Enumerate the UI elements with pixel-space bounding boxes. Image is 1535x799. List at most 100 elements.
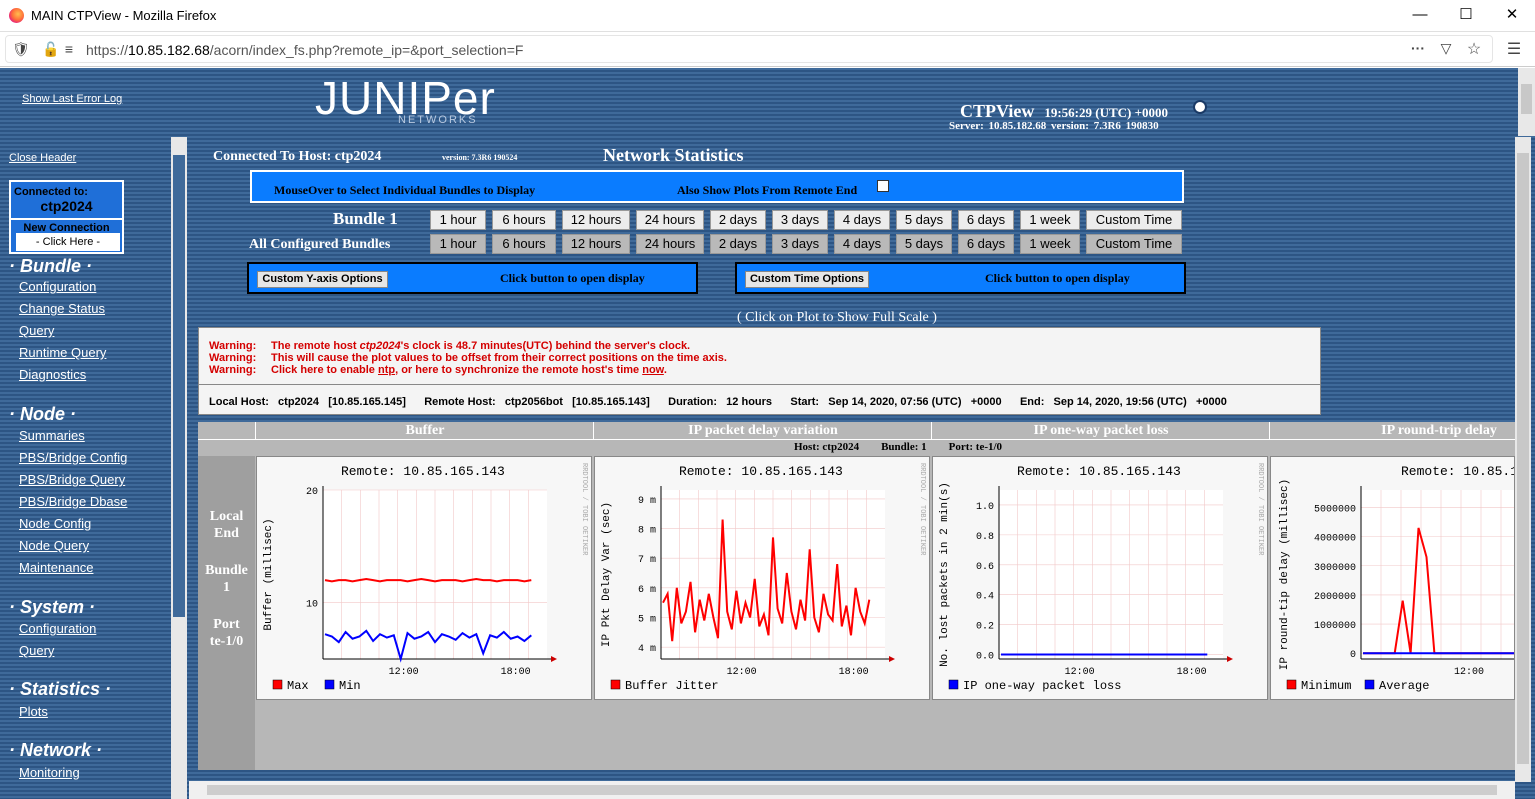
- shield-icon[interactable]: 🛡: [12, 41, 30, 58]
- node-maintenance-link[interactable]: Maintenance: [19, 560, 93, 575]
- warning-text: .: [663, 364, 667, 376]
- all-2days-button[interactable]: 2 days: [710, 234, 766, 254]
- content-scrollbar-thumb[interactable]: [1517, 153, 1529, 764]
- bundle-configuration-link[interactable]: Configuration: [19, 279, 96, 294]
- warning-text: 's clock is 48.7 minutes(UTC) behind the…: [400, 340, 691, 352]
- y-tick-label: 5000000: [1314, 504, 1356, 515]
- menu-icon[interactable]: ☰: [1505, 39, 1523, 59]
- all-6days-button[interactable]: 6 days: [958, 234, 1014, 254]
- warning-line-1: Warning: The remote host ctp2024's clock …: [209, 340, 690, 352]
- bookmark-star-icon[interactable]: ☆: [1465, 39, 1483, 59]
- bundle-query-link[interactable]: Query: [19, 323, 54, 338]
- plot-buffer[interactable]: 10 20 12:00 18:00 Remote: 10.85.165.143 Buffe…: [256, 456, 592, 700]
- chart-title: Remote: 10.85.165.143: [1017, 464, 1181, 479]
- bundle-5days-button[interactable]: 5 days: [896, 210, 952, 230]
- row-label-port-id: te-1/0: [209, 634, 244, 649]
- main-content: Connected To Host: ctp2024 version: 7.3R…: [189, 137, 1515, 782]
- firefox-icon: [9, 8, 24, 23]
- bundle-change-status-link[interactable]: Change Status: [19, 301, 105, 316]
- close-header-link[interactable]: Close Header: [9, 152, 76, 164]
- custom-time-options-button[interactable]: Custom Time Options: [745, 271, 869, 288]
- network-monitoring-link[interactable]: Monitoring: [19, 765, 80, 780]
- y-tick-label: 0.8: [976, 532, 994, 543]
- all-1hour-button[interactable]: 1 hour: [430, 234, 486, 254]
- all-6hours-button[interactable]: 6 hours: [492, 234, 556, 254]
- mouseover-text: MouseOver to Select Individual Bundles t…: [274, 183, 536, 197]
- header-scrollbar-thumb[interactable]: [1521, 84, 1532, 114]
- node-query-link[interactable]: Node Query: [19, 538, 89, 553]
- minimize-icon[interactable]: —: [1397, 0, 1443, 32]
- section-network: · Network ·: [9, 740, 103, 760]
- bundle-diagnostics-link[interactable]: Diagnostics: [19, 367, 86, 382]
- node-summaries-link[interactable]: Summaries: [19, 428, 85, 443]
- rrdtool-watermark: RRDTOOL / TOBI OETIKER: [1256, 463, 1264, 556]
- system-configuration-link[interactable]: Configuration: [19, 621, 96, 636]
- bundle-3days-button[interactable]: 3 days: [772, 210, 828, 230]
- all-24hours-button[interactable]: 24 hours: [636, 234, 704, 254]
- sidebar-scrollbar-thumb[interactable]: [173, 155, 185, 617]
- header-col-sep: [1269, 422, 1270, 439]
- bundle-1week-button[interactable]: 1 week: [1020, 210, 1080, 230]
- all-custom-time-button[interactable]: Custom Time: [1086, 234, 1182, 254]
- new-connection-label: New Connection: [11, 218, 122, 234]
- enable-ntp-link[interactable]: ntp: [378, 364, 395, 376]
- x-tick-label: 18:00: [1177, 667, 1207, 678]
- system-query-link[interactable]: Query: [19, 643, 54, 658]
- node-config-link[interactable]: Node Config: [19, 516, 91, 531]
- bundle-runtime-query-link[interactable]: Runtime Query: [19, 345, 106, 360]
- all-1week-button[interactable]: 1 week: [1020, 234, 1080, 254]
- close-icon[interactable]: ✕: [1489, 0, 1535, 32]
- y-tick-label: 0.4: [976, 592, 994, 603]
- show-error-log-link[interactable]: Show Last Error Log: [22, 93, 122, 105]
- plot-round-trip[interactable]: 0 1000000 2000000 3000000 4000000 5000000 12:0…: [1270, 456, 1515, 700]
- bundle-2days-button[interactable]: 2 days: [710, 210, 766, 230]
- sidebar-scrollbar[interactable]: [171, 137, 187, 799]
- yaxis-open-display-text: Click button to open display: [500, 271, 645, 285]
- page-actions-icon[interactable]: ···: [1409, 40, 1427, 56]
- plot-packet-loss[interactable]: 0.0 0.2 0.4 0.6 0.8 1.0 12:00 18:00 Remote: 10.8…: [932, 456, 1268, 700]
- bundle-select-bar: MouseOver to Select Individual Bundles t…: [250, 170, 1184, 203]
- sync-now-link[interactable]: now: [642, 364, 664, 376]
- bundle-4days-button[interactable]: 4 days: [834, 210, 890, 230]
- pbs-bridge-config-link[interactable]: PBS/Bridge Config: [19, 450, 127, 465]
- section-system: · System ·: [9, 597, 96, 617]
- plot-table-header: Buffer IP packet delay variation IP one-…: [198, 422, 1515, 456]
- warning-text: Click here to enable: [271, 364, 378, 376]
- all-4days-button[interactable]: 4 days: [834, 234, 890, 254]
- all-12hours-button[interactable]: 12 hours: [562, 234, 630, 254]
- url-text[interactable]: https://10.85.182.68/acorn/index_fs.php?…: [86, 42, 523, 58]
- bundle-12hours-button[interactable]: 12 hours: [562, 210, 630, 230]
- globe-icon[interactable]: [1193, 100, 1207, 114]
- all-3days-button[interactable]: 3 days: [772, 234, 828, 254]
- bundle-custom-time-button[interactable]: Custom Time: [1086, 210, 1182, 230]
- bundle-1hour-button[interactable]: 1 hour: [430, 210, 486, 230]
- row-label-bundle: Bundle 1: [198, 562, 255, 596]
- bundle-6days-button[interactable]: 6 days: [958, 210, 1014, 230]
- legend-label: IP one-way packet loss: [963, 679, 1121, 693]
- legend-swatch: [324, 679, 335, 690]
- remote-plots-checkbox[interactable]: [877, 180, 889, 192]
- pbs-bridge-dbase-link[interactable]: PBS/Bridge Dbase: [19, 494, 127, 509]
- all-5days-button[interactable]: 5 days: [896, 234, 952, 254]
- y-tick-label: 0.0: [976, 652, 994, 663]
- maximize-icon[interactable]: ☐: [1443, 0, 1489, 32]
- pocket-icon[interactable]: ▽: [1437, 40, 1455, 57]
- host-info-line: Local Host: ctp2024 [10.85.165.145] Remo…: [209, 396, 1227, 408]
- new-connection-button[interactable]: - Click Here -: [16, 233, 120, 251]
- bundle-24hours-button[interactable]: 24 hours: [636, 210, 704, 230]
- content-hscrollbar-thumb[interactable]: [207, 785, 1497, 795]
- y-tick-label: 8 m: [638, 526, 656, 537]
- legend-label: Minimum: [1301, 679, 1351, 693]
- lock-warning-icon[interactable]: 🔓: [42, 41, 59, 58]
- bundle-6hours-button[interactable]: 6 hours: [492, 210, 556, 230]
- custom-yaxis-button[interactable]: Custom Y-axis Options: [257, 271, 388, 288]
- x-tick-label: 18:00: [839, 667, 869, 678]
- header-scrollbar[interactable]: [1518, 68, 1535, 136]
- permissions-icon[interactable]: ≡: [61, 41, 77, 57]
- plot-delay-variation[interactable]: 4 m 5 m 6 m 7 m 8 m 9 m 12:00 18:00 Remote: 10.8…: [594, 456, 930, 700]
- warning-label: Warning:: [209, 340, 257, 352]
- statistics-plots-link[interactable]: Plots: [19, 704, 48, 719]
- content-hscrollbar[interactable]: [189, 781, 1515, 799]
- content-scrollbar[interactable]: [1515, 137, 1531, 782]
- pbs-bridge-query-link[interactable]: PBS/Bridge Query: [19, 472, 125, 487]
